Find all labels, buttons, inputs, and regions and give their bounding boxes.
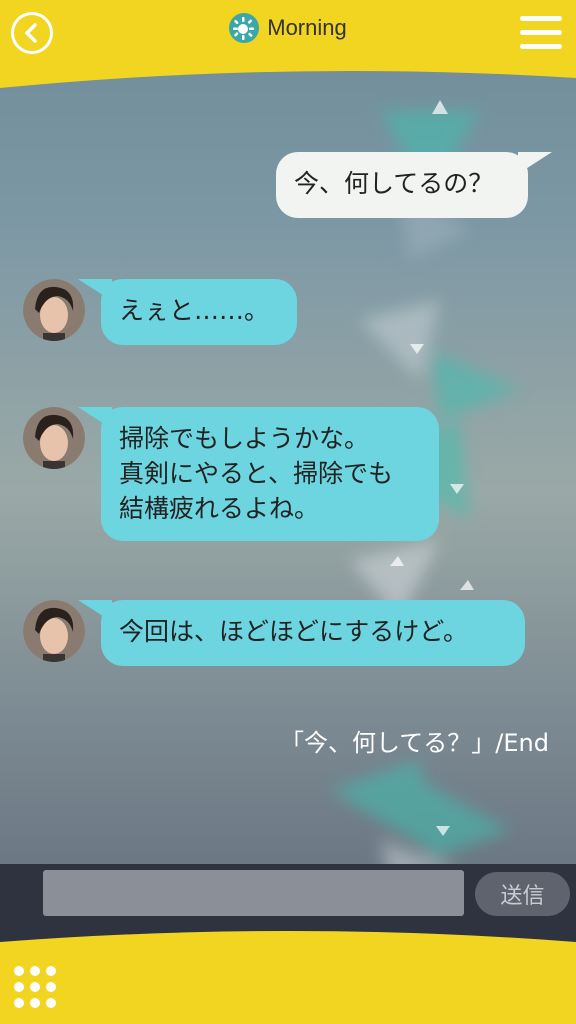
message-bubble-incoming: 今回は、ほどほどにするけど。 xyxy=(101,600,525,666)
menu-button[interactable] xyxy=(520,16,562,52)
avatar xyxy=(23,279,85,341)
message-bubble-incoming: 掃除でもしようかな。 真剣にやると、掃除でも 結構疲れるよね。 xyxy=(101,407,439,541)
avatar xyxy=(23,600,85,662)
app-header: Morning xyxy=(0,0,576,90)
message-input[interactable] xyxy=(43,870,464,916)
message-text: 今回は、ほどほどにするけど。 xyxy=(119,617,469,646)
episode-end-label: 「今、何してる？」/End xyxy=(280,729,549,757)
hamburger-menu-icon xyxy=(520,16,562,49)
sun-icon xyxy=(229,13,260,43)
message-text-line: 結構疲れるよね。 xyxy=(119,494,320,523)
message-text: 今、何してるの？ xyxy=(294,169,494,198)
grid-menu-button[interactable] xyxy=(14,966,56,1008)
message-text-line: 真剣にやると、掃除でも xyxy=(119,459,394,488)
message-text: えぇと……。 xyxy=(119,296,270,325)
send-button[interactable]: 送信 xyxy=(475,872,570,916)
page-title: Morning xyxy=(267,15,347,40)
avatar xyxy=(23,407,85,469)
footer-background xyxy=(0,931,576,1024)
avatar-image xyxy=(23,279,85,341)
message-bubble-incoming: えぇと……。 xyxy=(101,279,297,345)
message-bubble-outgoing: 今、何してるの？ xyxy=(276,152,528,218)
header-title-group: Morning xyxy=(0,12,576,44)
avatar-image xyxy=(23,600,85,662)
avatar-image xyxy=(23,407,85,469)
message-text-line: 掃除でもしようかな。 xyxy=(119,424,370,453)
